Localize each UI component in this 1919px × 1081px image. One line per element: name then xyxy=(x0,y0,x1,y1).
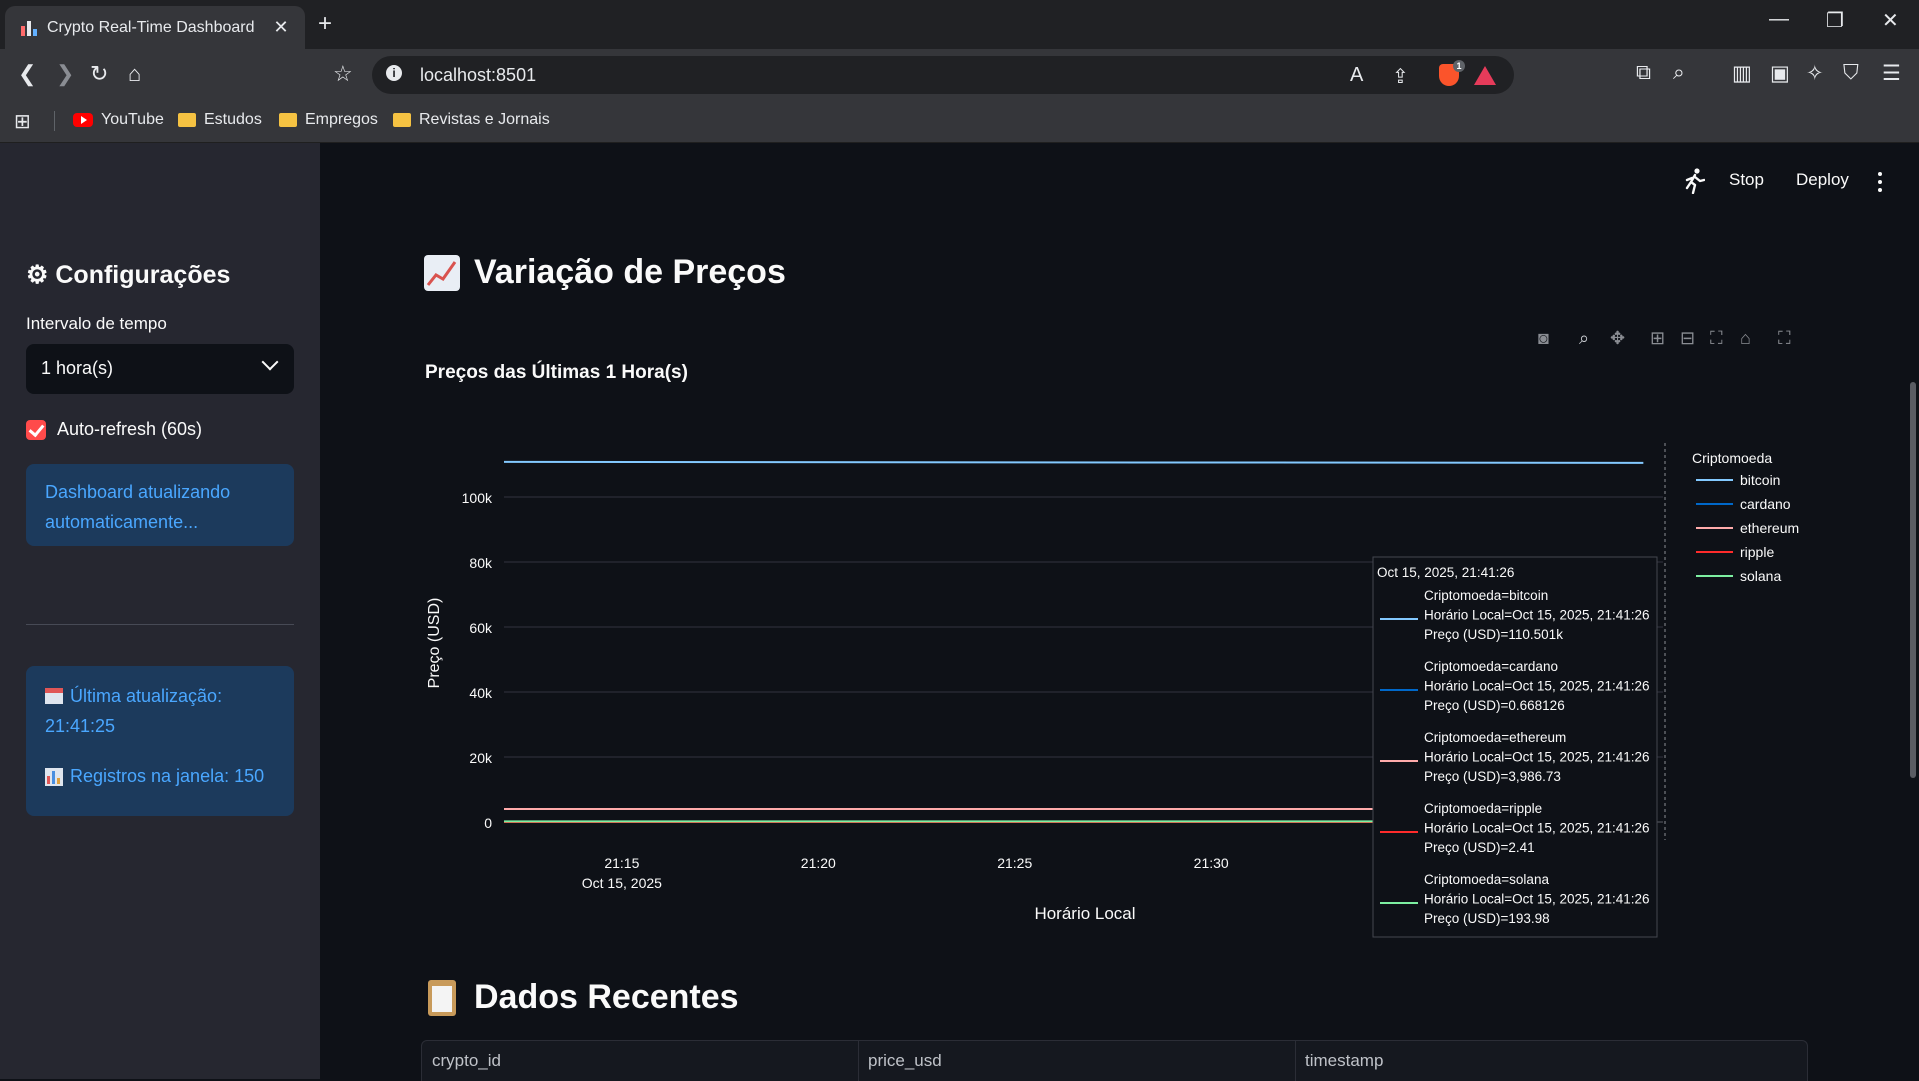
column-header[interactable]: timestamp xyxy=(1305,1051,1383,1071)
recent-data-title: Dados Recentes xyxy=(428,978,739,1017)
tooltip-time: Horário Local=Oct 15, 2025, 21:41:26 xyxy=(1424,679,1650,694)
y-axis-label: Preço (USD) xyxy=(426,598,443,689)
series-line-bitcoin[interactable] xyxy=(504,462,1643,463)
legend-item-ethereum[interactable]: ethereum xyxy=(1740,520,1799,536)
legend-item-bitcoin[interactable]: bitcoin xyxy=(1740,472,1780,488)
tooltip-series: Criptomoeda=ripple xyxy=(1424,801,1542,816)
tooltip-series: Criptomoeda=cardano xyxy=(1424,659,1558,674)
x-tick-label: 21:20 xyxy=(801,855,836,871)
tooltip-time: Horário Local=Oct 15, 2025, 21:41:26 xyxy=(1424,892,1650,907)
recent-data-title-text: Dados Recentes xyxy=(474,978,739,1017)
x-tick-label: 21:30 xyxy=(1194,855,1229,871)
x-tick-date-label: Oct 15, 2025 xyxy=(582,875,662,891)
x-tick-label: 21:25 xyxy=(997,855,1032,871)
tooltip-time: Horário Local=Oct 15, 2025, 21:41:26 xyxy=(1424,608,1650,623)
tooltip-price: Preço (USD)=193.98 xyxy=(1424,911,1550,926)
page-scrollbar[interactable] xyxy=(1910,382,1916,778)
y-tick-label: 0 xyxy=(484,815,492,831)
y-tick-label: 40k xyxy=(469,685,493,701)
data-table-header: crypto_id price_usd timestamp xyxy=(421,1040,1808,1081)
y-tick-label: 100k xyxy=(462,490,493,506)
tooltip-price: Preço (USD)=110.501k xyxy=(1424,627,1563,642)
tooltip-price: Preço (USD)=2.41 xyxy=(1424,840,1535,855)
column-header[interactable]: crypto_id xyxy=(432,1051,501,1071)
y-tick-label: 60k xyxy=(469,620,493,636)
y-tick-label: 20k xyxy=(469,750,493,766)
x-tick-label: 21:15 xyxy=(604,855,639,871)
price-chart[interactable]: 0 20k 40k 60k 80k 100k 21:15 Oct 15, 2025 21:20… xyxy=(0,0,1919,1079)
tooltip-header: Oct 15, 2025, 21:41:26 xyxy=(1377,565,1514,580)
legend-item-ripple[interactable]: ripple xyxy=(1740,544,1774,560)
tooltip-series: Criptomoeda=bitcoin xyxy=(1424,588,1548,603)
column-divider xyxy=(858,1041,859,1081)
tooltip-time: Horário Local=Oct 15, 2025, 21:41:26 xyxy=(1424,750,1650,765)
column-header[interactable]: price_usd xyxy=(868,1051,942,1071)
legend-item-solana[interactable]: solana xyxy=(1740,568,1781,584)
y-tick-label: 80k xyxy=(469,555,493,571)
x-axis-label: Horário Local xyxy=(1034,904,1135,923)
tooltip-price: Preço (USD)=3,986.73 xyxy=(1424,769,1561,784)
legend-title: Criptomoeda xyxy=(1692,450,1772,466)
tooltip-time: Horário Local=Oct 15, 2025, 21:41:26 xyxy=(1424,821,1650,836)
legend-item-cardano[interactable]: cardano xyxy=(1740,496,1791,512)
tooltip-series: Criptomoeda=solana xyxy=(1424,872,1549,887)
tooltip-series: Criptomoeda=ethereum xyxy=(1424,730,1566,745)
tooltip-price: Preço (USD)=0.668126 xyxy=(1424,698,1565,713)
column-divider xyxy=(1295,1041,1296,1081)
clipboard-icon xyxy=(428,980,456,1016)
